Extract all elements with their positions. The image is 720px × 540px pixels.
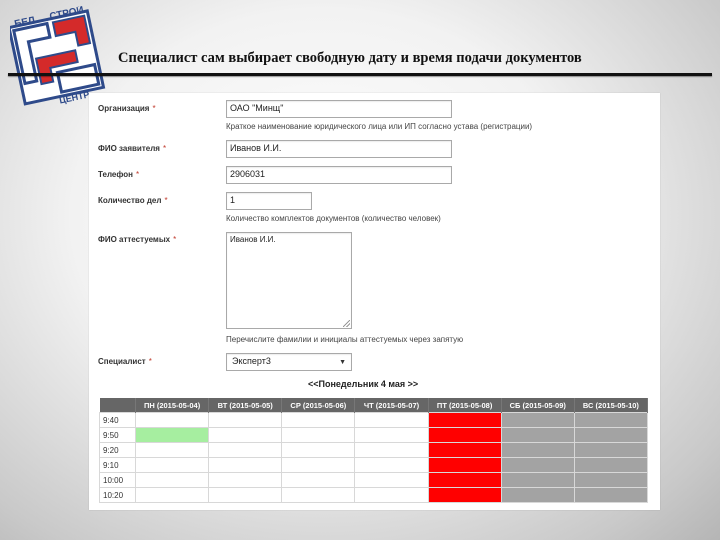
slot-free[interactable] [281, 457, 356, 473]
header-saturday: СБ (2015-05-09) [501, 398, 575, 413]
time-cell: 9:50 [99, 427, 136, 443]
slot-free[interactable] [134, 487, 210, 503]
slot-weekend [500, 442, 575, 458]
schedule-header-row: ПН (2015-05-04) ВТ (2015-05-05) СР (2015… [99, 398, 649, 413]
slot-free[interactable] [281, 487, 356, 503]
table-row: 9:40 [99, 412, 649, 428]
header-monday: ПН (2015-05-04) [135, 398, 210, 413]
slot-weekend [500, 487, 575, 503]
belstroycentr-logo: БЕЛ СТРОЙ ЦЕНТР [10, 6, 106, 106]
slot-busy [427, 457, 502, 473]
slot-free[interactable] [208, 427, 283, 443]
time-cell: 9:20 [99, 442, 136, 458]
slot-free[interactable] [354, 442, 429, 458]
table-row: 10:20 [99, 487, 649, 503]
slot-weekend [573, 427, 649, 443]
slot-free[interactable] [134, 412, 210, 428]
time-cell: 9:10 [99, 457, 136, 473]
slot-weekend [573, 457, 649, 473]
slot-weekend [500, 457, 575, 473]
slot-busy [427, 427, 502, 443]
slot-free[interactable] [134, 442, 210, 458]
slot-free[interactable] [281, 442, 356, 458]
attested-hint: Перечислите фамилии и инициалы аттестуем… [226, 335, 464, 344]
slot-weekend [573, 412, 649, 428]
header-sunday: ВС (2015-05-10) [574, 398, 649, 413]
time-cell: 10:00 [99, 472, 136, 488]
booking-form-screenshot: Организация * ОАО "Минщ" Краткое наименов… [89, 93, 660, 510]
slide-title: Специалист сам выбирает свободную дату и… [118, 50, 582, 66]
slot-free[interactable] [281, 412, 356, 428]
slot-free[interactable] [281, 472, 356, 488]
slot-free[interactable] [208, 442, 283, 458]
phone-label: Телефон * [98, 170, 140, 179]
header-tuesday: ВТ (2015-05-05) [208, 398, 283, 413]
slot-busy [427, 442, 502, 458]
cases-input[interactable]: 1 [226, 192, 312, 210]
phone-input[interactable]: 2906031 [226, 166, 452, 184]
slot-selected[interactable] [134, 427, 210, 443]
header-corner [99, 398, 136, 413]
slot-free[interactable] [208, 457, 283, 473]
slot-free[interactable] [354, 427, 429, 443]
specialist-select-value: Эксперт3 [232, 356, 271, 366]
header-thursday: ЧТ (2015-05-07) [354, 398, 429, 413]
slot-free[interactable] [134, 457, 210, 473]
slot-free[interactable] [354, 487, 429, 503]
slot-busy [427, 412, 502, 428]
slot-weekend [500, 412, 575, 428]
header-wednesday: СР (2015-05-06) [281, 398, 356, 413]
slot-busy [427, 487, 502, 503]
slot-free[interactable] [354, 412, 429, 428]
applicant-input[interactable]: Иванов И.И. [226, 140, 452, 158]
organization-input[interactable]: ОАО "Минщ" [226, 100, 452, 118]
organization-label: Организация * [98, 104, 156, 113]
chevron-down-icon: ▼ [339, 359, 346, 366]
specialist-select[interactable]: Эксперт3 ▼ [226, 353, 352, 371]
attested-label: ФИО аттестуемых * [98, 235, 177, 244]
title-underline [8, 73, 712, 76]
table-row: 10:00 [99, 472, 649, 488]
table-row: 9:10 [99, 457, 649, 473]
applicant-label: ФИО заявителя * [98, 144, 167, 153]
slot-busy [427, 472, 502, 488]
cases-label: Количество дел * [98, 196, 168, 205]
time-cell: 10:20 [99, 487, 136, 503]
schedule-table: ПН (2015-05-04) ВТ (2015-05-05) СР (2015… [99, 398, 649, 503]
header-friday: ПТ (2015-05-08) [428, 398, 502, 413]
attested-textarea-value: Иванов И.И. [230, 235, 276, 244]
slot-free[interactable] [208, 412, 283, 428]
resize-handle[interactable] [343, 320, 350, 327]
table-row: 9:50 [99, 427, 649, 443]
cases-hint: Количество комплектов документов (количе… [226, 214, 441, 223]
specialist-label: Специалист * [98, 357, 152, 366]
table-row: 9:20 [99, 442, 649, 458]
slot-free[interactable] [134, 472, 210, 488]
week-navigation[interactable]: <<Понедельник 4 мая >> [308, 379, 418, 389]
slot-free[interactable] [354, 472, 429, 488]
attested-textarea[interactable]: Иванов И.И. [226, 232, 352, 329]
organization-hint: Краткое наименование юридического лица и… [226, 122, 533, 131]
slot-free[interactable] [354, 457, 429, 473]
slot-weekend [573, 487, 649, 503]
slot-free[interactable] [281, 427, 356, 443]
slot-free[interactable] [208, 487, 283, 503]
slot-weekend [573, 442, 649, 458]
time-cell: 9:40 [99, 412, 136, 428]
slot-weekend [500, 472, 575, 488]
slot-free[interactable] [208, 472, 283, 488]
slot-weekend [573, 472, 649, 488]
slot-weekend [500, 427, 575, 443]
